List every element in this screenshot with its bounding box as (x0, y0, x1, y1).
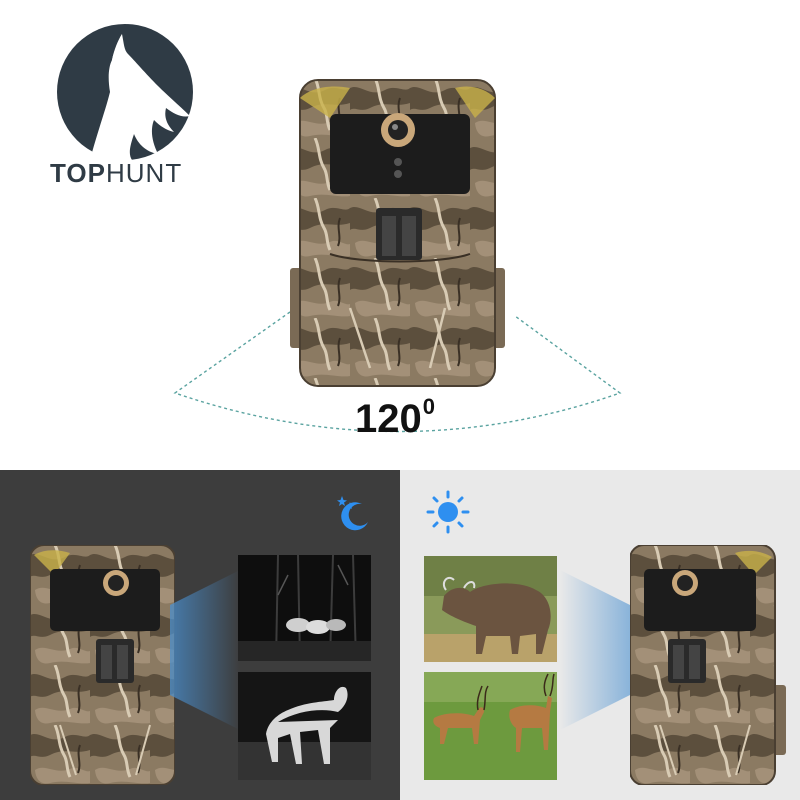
moon-stars-icon (337, 496, 368, 531)
day-photo-impala (424, 672, 557, 780)
night-photo-lioness (238, 672, 371, 780)
night-mode-panel (0, 470, 400, 800)
fov-label: 1200 (355, 394, 435, 441)
trail-camera-night (30, 545, 175, 785)
daylight-beam (560, 570, 630, 730)
trail-camera-front (290, 79, 505, 387)
night-photo-deer (238, 555, 371, 661)
top-section: TOPHUNT 1200 (0, 0, 800, 470)
trail-camera-day (630, 545, 786, 785)
day-photo-buffalo (424, 556, 557, 662)
infrared-beam (170, 570, 240, 730)
day-mode-panel (400, 470, 800, 800)
product-image: TOPHUNT 1200 (0, 0, 800, 800)
sun-icon (426, 490, 470, 534)
